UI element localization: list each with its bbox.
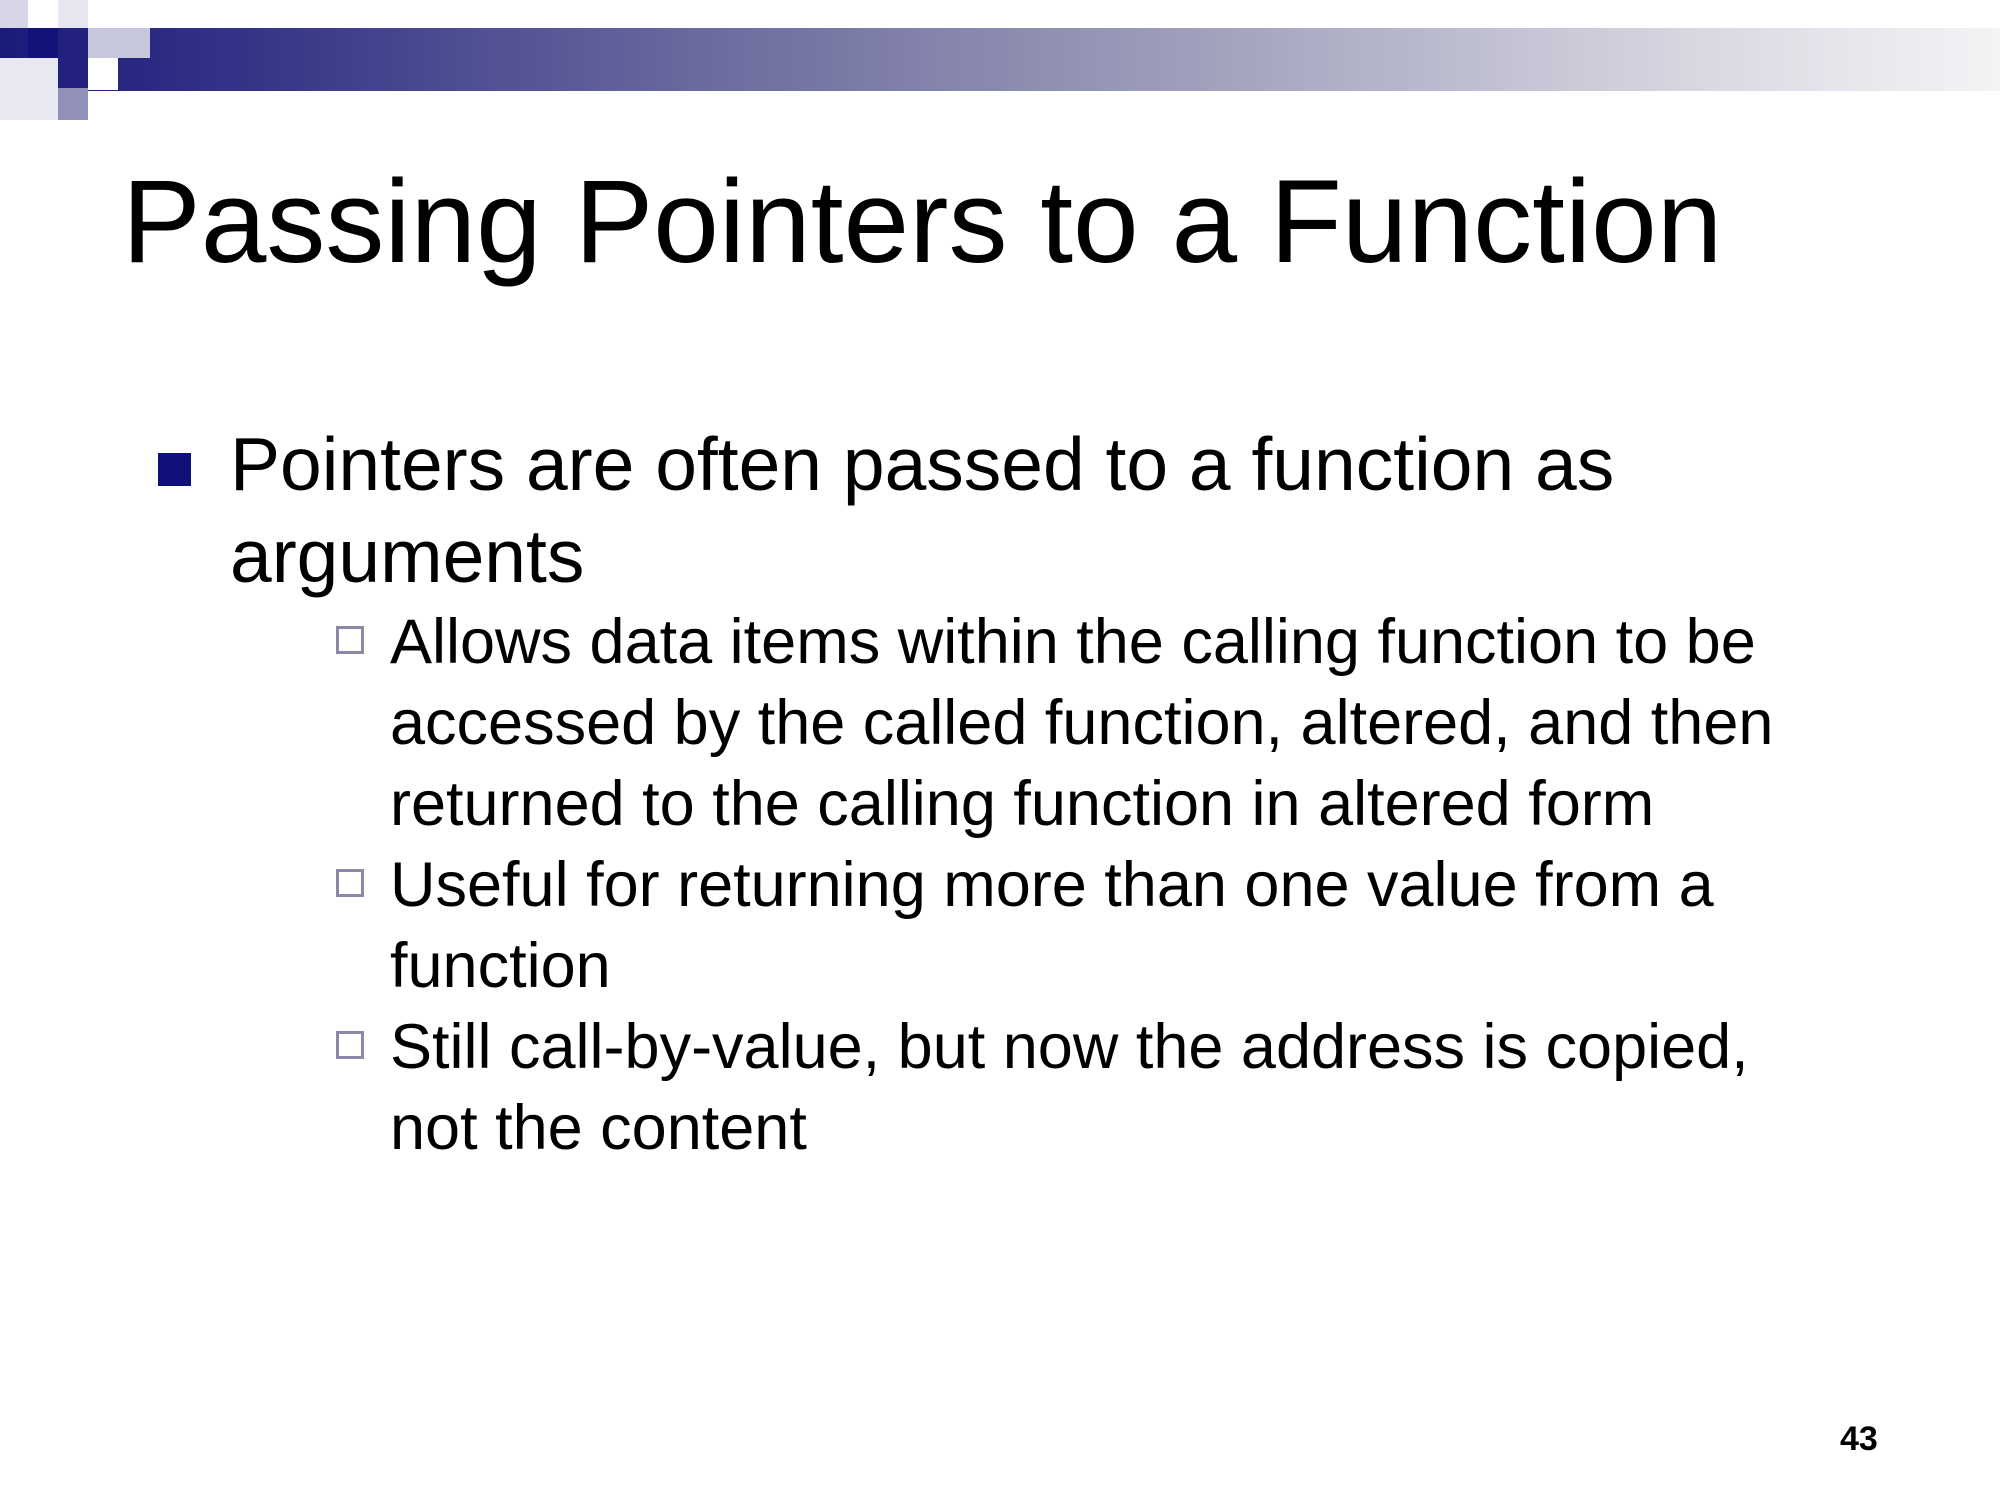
sub-bullet-item: Still call-by-value, but now the address… [230,1007,1815,1169]
sub-bullet-text: Useful for returning more than one value… [390,850,1714,1001]
decor-square [58,88,88,120]
square-bullet-icon [158,453,191,486]
header-gradient-bar [0,28,2000,91]
hollow-square-bullet-icon [336,1031,364,1059]
page-number: 43 [1840,1420,1878,1458]
hollow-square-bullet-icon [336,869,364,897]
slide-title: Passing Pointers to a Function [122,156,1723,288]
sub-bullet-text: Still call-by-value, but now the address… [390,1012,1749,1163]
decor-square [88,28,150,58]
decor-square [28,28,58,58]
bullet-text: Pointers are often passed to a function … [230,422,1615,598]
decor-square [0,0,28,28]
hollow-square-bullet-icon [336,626,364,654]
decor-square [0,58,58,120]
decor-square [58,0,88,28]
sub-bullet-item: Allows data items within the calling fun… [230,602,1815,845]
sub-bullet-item: Useful for returning more than one value… [230,845,1815,1007]
decor-square [88,58,118,90]
sub-bullet-list: Allows data items within the calling fun… [230,602,1815,1169]
bullet-list: Pointers are often passed to a function … [155,418,1815,1169]
sub-bullet-text: Allows data items within the calling fun… [390,607,1774,839]
decor-square [88,0,150,28]
bullet-item: Pointers are often passed to a function … [155,418,1815,1169]
